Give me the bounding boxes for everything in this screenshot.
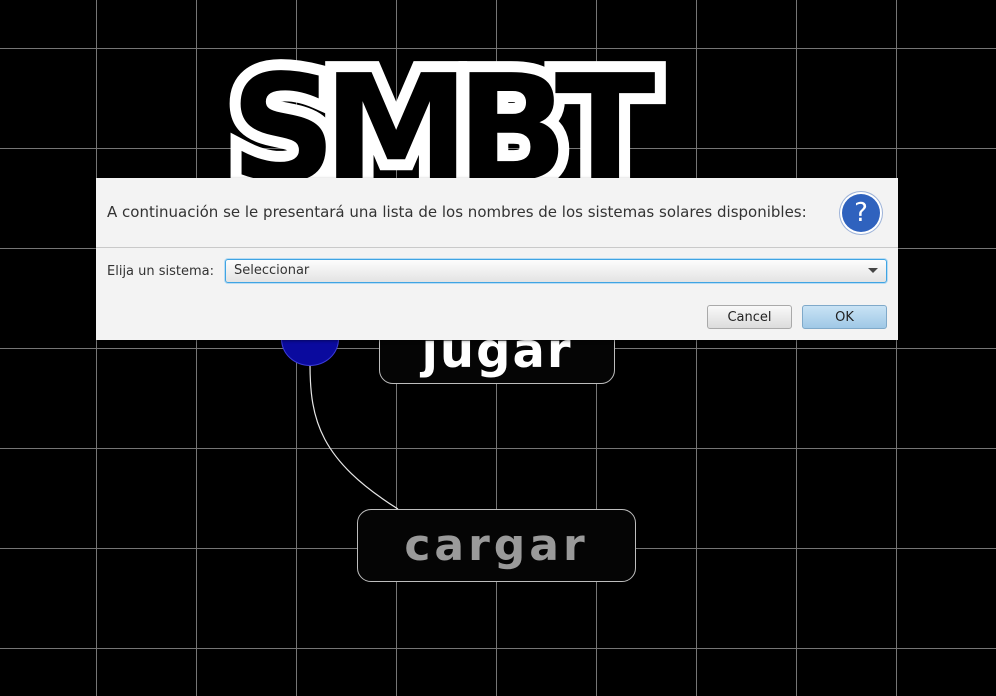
- chevron-down-icon[interactable]: [868, 268, 878, 273]
- system-select-value: Seleccionar: [234, 263, 310, 278]
- dialog-header: A continuación se le presentará una list…: [96, 178, 898, 248]
- ok-button[interactable]: OK: [802, 305, 887, 329]
- system-select[interactable]: Seleccionar: [225, 259, 887, 283]
- system-choice-label: Elija un sistema:: [107, 264, 215, 279]
- system-choice-dialog: A continuación se le presentará una list…: [96, 178, 898, 340]
- question-mark-icon: ?: [842, 194, 880, 232]
- dialog-header-text: A continuación se le presentará una list…: [107, 203, 807, 221]
- cancel-button[interactable]: Cancel: [707, 305, 792, 329]
- load-button[interactable]: cargar: [357, 509, 636, 582]
